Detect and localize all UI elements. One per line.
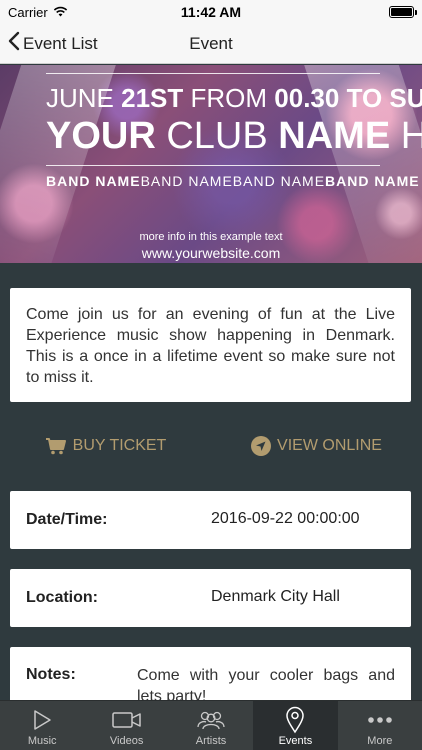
carrier-label: Carrier bbox=[8, 4, 48, 20]
notes-label: Notes: bbox=[26, 666, 76, 683]
location-value: Denmark City Hall bbox=[211, 588, 340, 605]
tab-more-label: More bbox=[367, 735, 393, 747]
back-button[interactable]: Event List bbox=[0, 24, 98, 63]
cart-icon bbox=[45, 437, 67, 455]
banner-date-line: JUNE 21ST FROM 00.30 TO SUNRISE bbox=[46, 83, 422, 113]
more-dots-icon bbox=[367, 705, 393, 735]
view-online-label: VIEW ONLINE bbox=[277, 437, 382, 454]
band-name: BAND NAME bbox=[46, 173, 141, 189]
navigation-bar: Event List Event bbox=[0, 24, 422, 64]
banner-club-name: YOUR CLUB NAME HERE bbox=[46, 115, 422, 157]
buy-ticket-button[interactable]: BUY TICKET bbox=[0, 426, 211, 466]
people-icon bbox=[196, 705, 226, 735]
chevron-left-icon bbox=[8, 31, 20, 56]
band-name: BAND NAME bbox=[325, 173, 420, 189]
play-icon bbox=[32, 705, 52, 735]
datetime-row: Date/Time: 2016-09-22 00:00:00 bbox=[10, 491, 411, 549]
buy-ticket-label: BUY TICKET bbox=[72, 437, 167, 454]
tab-music-label: Music bbox=[27, 735, 57, 747]
banner-website: www.yourwebsite.com bbox=[141, 245, 281, 261]
event-description: Come join us for an evening of fun at th… bbox=[26, 306, 395, 386]
event-actions: BUY TICKET VIEW ONLINE bbox=[0, 426, 422, 466]
banner-info-text: more info in this example text bbox=[139, 231, 283, 243]
location-row: Location: Denmark City Hall bbox=[10, 569, 411, 627]
status-bar: Carrier 11:42 AM bbox=[0, 0, 422, 24]
tab-more[interactable]: More bbox=[338, 701, 422, 750]
tab-events-label: Events bbox=[278, 735, 313, 747]
band-name: BAND NAME bbox=[232, 173, 326, 189]
clock: 11:42 AM bbox=[180, 4, 242, 20]
event-description-card: Come join us for an evening of fun at th… bbox=[10, 288, 411, 402]
wifi-icon bbox=[53, 5, 68, 20]
banner-band-names: BAND NAME BAND NAME BAND NAME BAND NAME bbox=[46, 173, 419, 189]
battery-icon bbox=[389, 6, 417, 18]
location-label: Location: bbox=[26, 589, 98, 606]
tab-bar: Music Videos Artists Events More bbox=[0, 700, 422, 750]
tab-videos[interactable]: Videos bbox=[84, 701, 168, 750]
back-button-label: Event List bbox=[23, 33, 98, 53]
location-pin-icon bbox=[285, 705, 305, 735]
tab-videos-label: Videos bbox=[109, 735, 144, 747]
band-name: BAND NAME bbox=[140, 173, 233, 189]
tab-artists[interactable]: Artists bbox=[169, 701, 253, 750]
event-banner-image: JUNE 21ST FROM 00.30 TO SUNRISE YOUR CLU… bbox=[0, 65, 422, 263]
datetime-value: 2016-09-22 00:00:00 bbox=[211, 510, 360, 527]
navigation-arrow-icon bbox=[251, 436, 272, 456]
tab-music[interactable]: Music bbox=[0, 701, 84, 750]
view-online-button[interactable]: VIEW ONLINE bbox=[211, 426, 422, 466]
tab-events[interactable]: Events bbox=[253, 701, 338, 750]
tab-artists-label: Artists bbox=[195, 735, 227, 747]
video-camera-icon bbox=[111, 705, 142, 735]
datetime-label: Date/Time: bbox=[26, 511, 108, 528]
